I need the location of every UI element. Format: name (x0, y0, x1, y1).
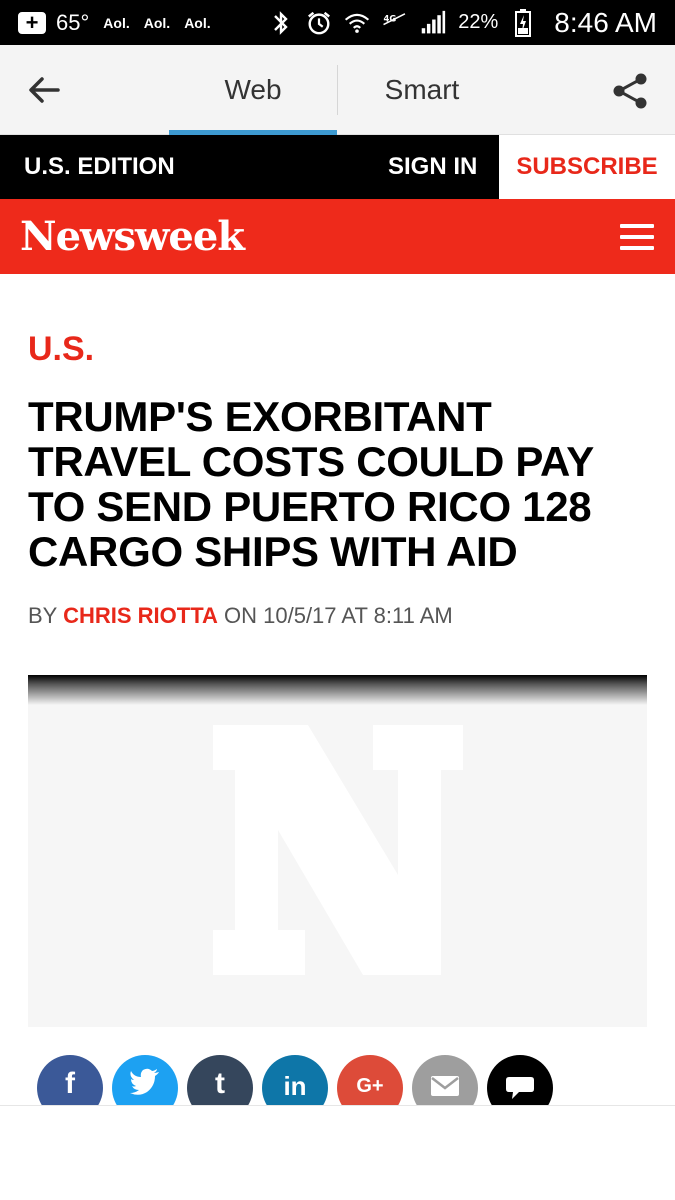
newsweek-n-logo-icon (213, 725, 463, 975)
comment-icon (506, 1077, 534, 1099)
google-plus-share-button[interactable]: G+ (337, 1055, 403, 1105)
battery-percent: 22% (458, 11, 499, 33)
byline-date: ON 10/5/17 AT 8:11 AM (224, 603, 453, 628)
byline: BY CHRIS RIOTTA ON 10/5/17 AT 8:11 AM (28, 603, 453, 629)
subscribe-button[interactable]: SUBSCRIBE (499, 135, 675, 199)
google-plus-icon: G+ (356, 1075, 384, 1097)
tumblr-share-button[interactable]: t (187, 1055, 253, 1105)
alarm-icon (306, 10, 332, 36)
aol-notification-icon: Aol. (184, 14, 211, 31)
tumblr-icon: t (215, 1067, 225, 1100)
temperature: 65° (56, 9, 90, 35)
aol-notification-icon: Aol. (103, 14, 130, 31)
aol-notification-icon: Aol. (143, 14, 171, 31)
twitter-share-button[interactable] (112, 1055, 178, 1105)
share-bar: f t in G+ (37, 1055, 657, 1105)
tab-smart-label: Smart (384, 74, 460, 105)
status-bar: + 65° Aol. Aol. Aol. 4G 22% 8:46 AM (0, 0, 675, 45)
brand-header: Newsweek (0, 199, 675, 274)
linkedin-icon: in (283, 1071, 307, 1101)
back-arrow-icon[interactable] (24, 70, 64, 110)
tab-smart[interactable]: Smart (338, 45, 506, 135)
hamburger-menu-icon[interactable] (620, 224, 654, 250)
email-icon (431, 1076, 459, 1096)
article-headline: TRUMP'S EXORBITANT TRAVEL COSTS COULD PA… (28, 393, 594, 575)
facebook-icon: f (65, 1067, 75, 1100)
edition-bar: U.S. EDITION SIGN IN SUBSCRIBE (0, 135, 675, 199)
section-label[interactable]: U.S. (28, 330, 94, 369)
tab-web[interactable]: Web (169, 45, 337, 135)
facebook-share-button[interactable]: f (37, 1055, 103, 1105)
email-share-button[interactable] (412, 1055, 478, 1105)
bluetooth-icon (268, 10, 294, 36)
signal-icon (420, 10, 446, 36)
add-icon: + (18, 11, 46, 34)
lte-icon: 4G (382, 10, 408, 36)
battery-charging-icon (510, 8, 536, 37)
comment-button[interactable] (487, 1055, 553, 1105)
image-top-shadow (28, 675, 647, 705)
clock: 8:46 AM (554, 6, 657, 38)
edition-selector[interactable]: U.S. EDITION (24, 135, 175, 199)
byline-prefix: BY (28, 603, 57, 628)
browser-toolbar: Web Smart (0, 45, 675, 135)
author-link[interactable]: CHRIS RIOTTA (63, 603, 218, 628)
wifi-icon (344, 10, 370, 36)
sign-in-link[interactable]: SIGN IN (388, 135, 477, 199)
bottom-divider (0, 1105, 675, 1106)
article-image-placeholder: N (28, 675, 647, 1027)
twitter-icon (130, 1068, 159, 1095)
tab-web-label: Web (224, 74, 282, 105)
linkedin-share-button[interactable]: in (262, 1055, 328, 1105)
newsweek-logo[interactable]: Newsweek (20, 199, 245, 274)
share-icon[interactable] (610, 71, 650, 111)
